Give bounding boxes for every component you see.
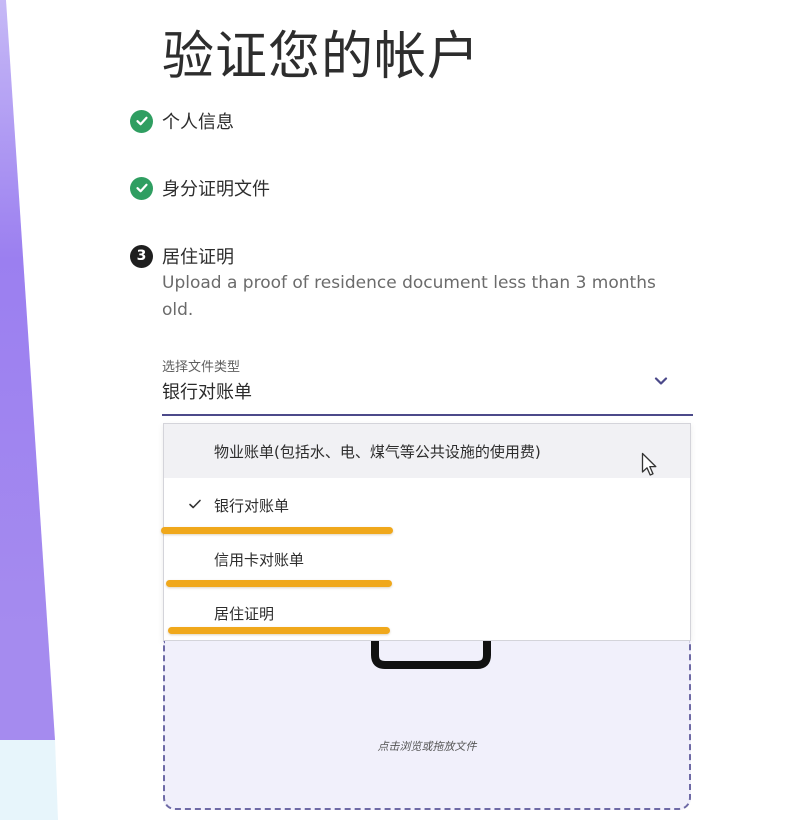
option-label: 物业账单(包括水、电、煤气等公共设施的使用费) [214, 442, 541, 461]
step-label: 居住证明 [162, 247, 234, 268]
check-circle-icon [130, 109, 153, 133]
file-dropzone[interactable]: 点击浏览或拖放文件 [163, 641, 691, 810]
dropzone-instructions: 点击浏览或拖放文件 [377, 740, 477, 753]
step-number-badge: 3 [130, 244, 153, 268]
annotation-highlight [168, 627, 390, 634]
mouse-cursor-icon [641, 452, 657, 476]
option-label: 居住证明 [214, 604, 275, 623]
upload-tray-icon [371, 641, 491, 669]
step-identity-document: 身分证明文件 [130, 175, 270, 201]
chevron-down-icon[interactable] [652, 372, 670, 390]
page-title: 验证您的帐户 [162, 27, 481, 87]
option-label: 信用卡对账单 [214, 550, 305, 569]
check-circle-icon [130, 176, 153, 200]
checkmark-icon [189, 499, 201, 509]
step-personal-info: 个人信息 [130, 108, 234, 134]
option-credit-card-statement[interactable]: 信用卡对账单 [164, 532, 690, 586]
document-type-label: 选择文件类型 [162, 360, 241, 375]
verify-account-page: 验证您的帐户 个人信息 身分证明文件 3 居住证明 Upload a proof… [0, 0, 801, 820]
decorative-side-panel [0, 0, 58, 820]
option-utility-bill[interactable]: 物业账单(包括水、电、煤气等公共设施的使用费) [164, 424, 690, 478]
step-label: 个人信息 [162, 112, 234, 133]
annotation-highlight [166, 580, 392, 587]
annotation-highlight [161, 527, 393, 534]
step-proof-of-residence: 3 居住证明 [130, 243, 234, 269]
step-label: 身分证明文件 [162, 179, 270, 200]
document-type-select[interactable]: 银行对账单 [162, 378, 252, 404]
step-description: Upload a proof of residence document les… [162, 273, 656, 320]
option-bank-statement[interactable]: 银行对账单 [164, 478, 690, 532]
option-label: 银行对账单 [214, 496, 290, 515]
select-underline [162, 414, 693, 416]
